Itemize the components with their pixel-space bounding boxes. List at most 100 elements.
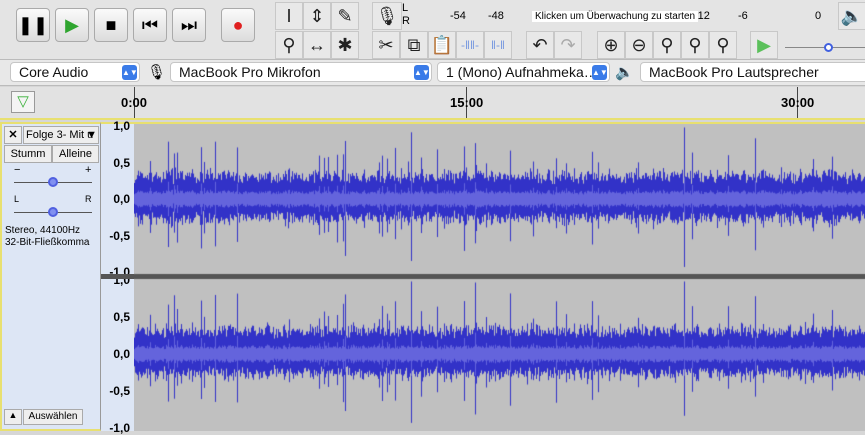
amplitude-label: 0,0 [113,192,130,206]
pause-icon: ❚❚ [17,14,49,35]
scissors-icon: ✂ [378,34,394,55]
stop-icon: ■ [105,14,117,35]
i-beam-icon: I [286,5,292,26]
input-channels-select[interactable]: 1 (Mono) Aufnahmeka… ▲▼ [437,62,610,82]
chevron-updown-icon: ▲▼ [414,65,430,80]
timeshift-tool[interactable]: ↔ [303,31,331,59]
triangle-down-icon: ▽ [17,93,29,110]
channel-separator [101,274,134,279]
recording-meter[interactable]: L R -54 -48 -12 -6 0 Klicken um Überwach… [402,2,830,28]
amplitude-label: 1,0 [113,119,130,133]
pan-left-label: L [14,194,20,204]
play-at-speed-icon: ▶ [757,34,771,55]
timeline-options-button[interactable]: ▽ [11,91,35,113]
output-device-select[interactable]: MacBook Pro Lautsprecher [640,62,865,82]
timeline-ruler[interactable]: ▽ 0:00 15:00 30:00 [0,87,865,120]
track-format-info: Stereo, 44100Hz [5,225,81,236]
solo-button[interactable]: Alleine [52,145,99,163]
track-control-panel: ✕ Folge 3- Mit u ▼ Stumm Alleine − + L R … [0,122,101,431]
play-at-speed-button[interactable]: ▶ [750,31,778,59]
microphone-icon: 🎙 [375,5,399,26]
skip-end-button[interactable]: ⏭ [172,8,206,42]
silence-icon: ‖-‖ [491,38,505,52]
audio-host-value: Core Audio [19,64,89,80]
zoom-out-button[interactable]: ⊖ [625,31,653,59]
fit-project-button[interactable]: ⚲ [681,31,709,59]
trim-icon: -‖‖- [461,38,479,52]
multi-tool[interactable]: ✱ [331,31,359,59]
zoom-tool[interactable]: ⚲ [275,31,303,59]
redo-icon: ↷ [560,34,576,55]
meter-left-label: L [402,2,409,14]
amplitude-label: 0,5 [113,310,130,324]
chevron-updown-icon: ▲▼ [592,65,608,80]
trim-button[interactable]: -‖‖- [456,31,484,59]
selection-tool[interactable]: I [275,2,303,30]
cut-button[interactable]: ✂ [372,31,400,59]
amplitude-label: -1,0 [109,421,130,435]
amplitude-label: 0,0 [113,347,130,361]
close-track-button[interactable]: ✕ [4,126,22,144]
waveform[interactable] [134,124,865,431]
skip-start-icon: ⏮ [141,14,159,35]
timeline-label: 15:00 [450,95,484,110]
select-track-button[interactable]: Auswählen [23,409,83,425]
pan-slider-thumb[interactable] [48,207,58,217]
record-meter-button[interactable]: 🎙 [372,2,402,30]
zoom-out-icon: ⊖ [631,34,647,55]
amplitude-label: -0,5 [109,384,130,398]
input-device-value: MacBook Pro Mikrofon [179,64,321,80]
stop-button[interactable]: ■ [94,8,128,42]
double-arrow-icon: ↔ [308,34,326,55]
mute-button[interactable]: Stumm [4,145,52,163]
pencil-icon: ✎ [337,5,353,26]
vertical-ruler: 1,0 0,5 0,0 -0,5 -1,0 1,0 0,5 0,0 -0,5 -1,0 [101,119,134,435]
fit-selection-button[interactable]: ⚲ [653,31,681,59]
track-name-menu[interactable]: Folge 3- Mit u ▼ [23,126,99,144]
timeline-label: 0:00 [121,95,148,110]
input-channels-value: 1 (Mono) Aufnahmeka… [446,64,598,80]
clipboard-icon: 📋 [430,34,454,55]
meter-tick: -54 [450,10,466,22]
envelope-tool[interactable]: ⇕ [303,2,331,30]
copy-button[interactable]: ⧉ [400,31,428,59]
collapse-track-button[interactable]: ▲ [4,409,22,425]
caret-down-icon: ▼ [86,129,97,141]
record-icon: ● [232,14,244,35]
audio-host-select[interactable]: Core Audio ▲▼ [10,62,140,82]
zoom-toggle-icon: ⚲ [716,34,730,55]
meter-tick: 0 [815,10,822,22]
play-icon: ▶ [65,14,79,35]
copy-icon: ⧉ [407,34,421,55]
play-button[interactable]: ▶ [55,8,89,42]
gain-minus-label: − [14,164,21,176]
magnifier-icon: ⚲ [282,34,296,55]
speaker-icon: 🔈 [615,64,634,81]
track-sample-format: 32-Bit-Fließkomma [5,237,90,248]
fit-selection-icon: ⚲ [660,34,674,55]
waveform-area[interactable] [134,122,865,431]
pan-right-label: R [85,194,92,204]
draw-tool[interactable]: ✎ [331,2,359,30]
input-device-select[interactable]: MacBook Pro Mikrofon ▲▼ [170,62,432,82]
record-button[interactable]: ● [221,8,255,42]
playback-meter-button[interactable]: 🔈 [838,2,865,30]
play-speed-thumb[interactable] [824,43,833,52]
timeline-label: 30:00 [781,95,815,110]
skip-start-button[interactable]: ⏮ [133,8,167,42]
meter-tick: -6 [738,10,748,22]
amplitude-label: 0,5 [113,155,130,170]
paste-button[interactable]: 📋 [428,31,456,59]
meter-right-label: R [402,15,410,27]
silence-button[interactable]: ‖-‖ [484,31,512,59]
asterisk-icon: ✱ [337,34,353,55]
redo-button[interactable]: ↷ [554,31,582,59]
zoom-in-button[interactable]: ⊕ [597,31,625,59]
gain-plus-label: + [85,164,92,176]
zoom-toggle-button[interactable]: ⚲ [709,31,737,59]
monitor-hint[interactable]: Klicken um Überwachung zu starten [532,11,699,22]
microphone-icon: 🎙 [147,64,167,81]
undo-button[interactable]: ↶ [526,31,554,59]
pause-button[interactable]: ❚❚ [16,8,50,42]
gain-slider-thumb[interactable] [48,177,58,187]
